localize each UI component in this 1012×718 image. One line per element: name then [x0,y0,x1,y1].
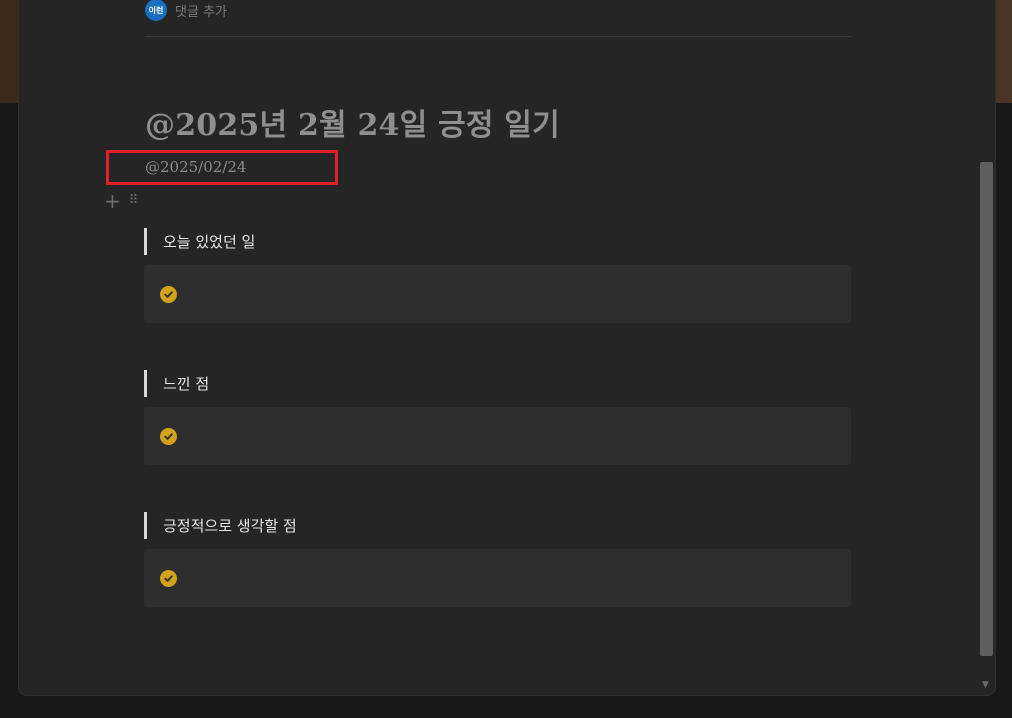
quote-heading[interactable]: 느낀 점 [144,370,851,397]
check-circle-icon [160,569,177,587]
callout-block[interactable] [144,549,851,607]
section-block: 느낀 점 [144,370,851,465]
page-modal: 이런 댓글 추가 @2025년 2월 24일 긍정 일기 @2025/02/24… [19,0,995,695]
add-comment-label[interactable]: 댓글 추가 [175,1,227,20]
section-block: 오늘 있었던 일 [144,228,851,323]
check-circle-icon [160,427,177,445]
callout-block[interactable] [144,265,851,323]
plus-icon[interactable]: + [104,191,121,211]
check-circle-icon [160,285,177,303]
avatar: 이런 [145,0,167,21]
section-block: 긍정적으로 생각할 점 [144,512,851,607]
block-tools: + ⠿ [104,191,138,211]
callout-block[interactable] [144,407,851,465]
drag-handle-icon[interactable]: ⠿ [129,191,138,211]
highlight-box [106,150,338,185]
divider [145,36,852,37]
scroll-down-arrow-icon[interactable]: ▼ [982,680,989,690]
quote-heading[interactable]: 긍정적으로 생각할 점 [144,512,851,539]
quote-heading[interactable]: 오늘 있었던 일 [144,228,851,255]
add-comment-row[interactable]: 이런 댓글 추가 [145,0,227,22]
scrollbar-thumb[interactable] [980,162,993,656]
page-title[interactable]: @2025년 2월 24일 긍정 일기 [145,100,560,144]
